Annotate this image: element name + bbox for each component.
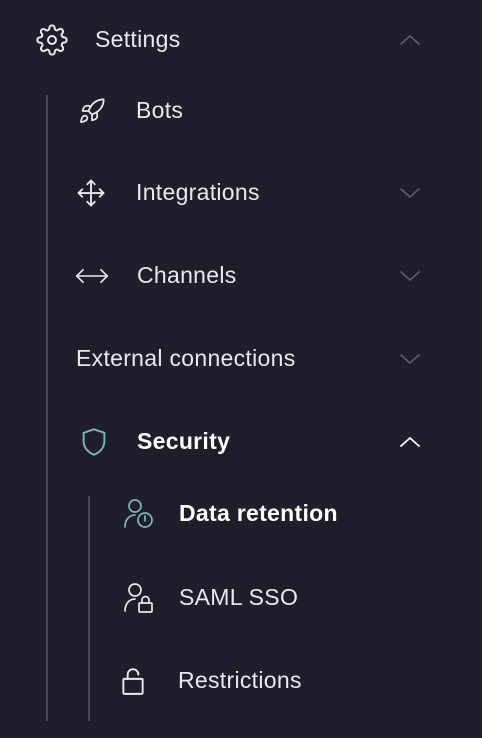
rocket-icon [75, 94, 109, 128]
sidebar-item-label: Integrations [136, 179, 260, 205]
sidebar-item-label: Data retention [179, 500, 338, 526]
user-lock-icon [122, 581, 156, 615]
sidebar-item-data-retention[interactable]: Data retention [100, 489, 482, 539]
chevron-down-icon[interactable] [398, 264, 422, 288]
chevron-up-icon[interactable] [398, 430, 422, 454]
sidebar-item-label: Restrictions [178, 667, 302, 693]
sidebar-item-security[interactable]: Security [60, 417, 482, 467]
padlock-icon [116, 664, 150, 698]
gear-icon [35, 23, 69, 57]
settings-section-header[interactable]: Settings [0, 15, 482, 65]
sidebar-item-label: SAML SSO [179, 584, 299, 610]
sidebar-item-bots[interactable]: Bots [60, 86, 482, 136]
settings-sidebar-nav: Settings Bots Integrations Channels Exte… [0, 0, 482, 738]
sidebar-item-label: Security [137, 428, 231, 454]
horizontal-arrows-icon [75, 259, 109, 293]
sidebar-item-external-connections[interactable]: External connections [60, 334, 482, 384]
security-tree-line [88, 496, 90, 721]
settings-tree-line [46, 95, 48, 721]
sidebar-item-label: Bots [136, 97, 184, 123]
chevron-down-icon[interactable] [398, 181, 422, 205]
sidebar-item-restrictions[interactable]: Restrictions [100, 656, 482, 706]
sidebar-item-channels[interactable]: Channels [60, 251, 482, 301]
user-clock-icon [122, 497, 156, 531]
settings-label: Settings [95, 26, 181, 52]
sidebar-item-integrations[interactable]: Integrations [60, 168, 482, 218]
sidebar-item-label: External connections [76, 345, 296, 371]
sidebar-item-saml-sso[interactable]: SAML SSO [100, 573, 482, 623]
sidebar-item-label: Channels [137, 262, 237, 288]
shield-icon [77, 425, 111, 459]
chevron-up-icon[interactable] [398, 28, 422, 52]
move-arrows-icon [74, 176, 108, 210]
chevron-down-icon[interactable] [398, 347, 422, 371]
